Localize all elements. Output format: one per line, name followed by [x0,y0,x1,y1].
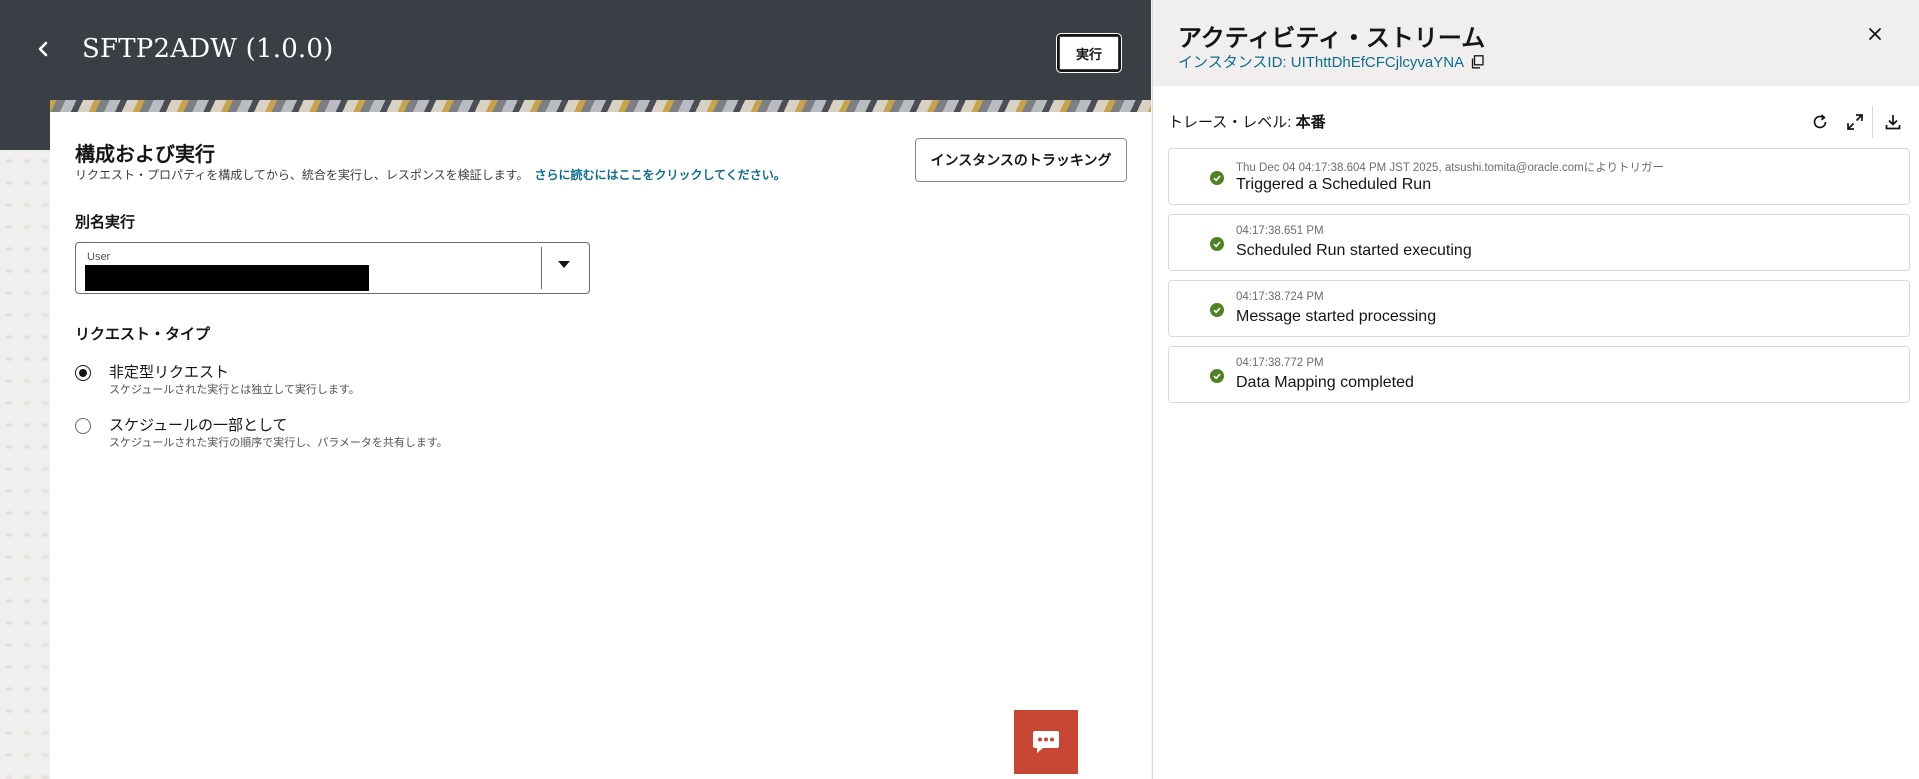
event-message: Scheduled Run started executing [1236,242,1472,259]
activity-event: 04:17:38.772 PM Data Mapping completed [1168,346,1910,403]
event-time: 04:17:38.724 PM [1236,291,1324,303]
activity-event: Thu Dec 04 04:17:38.604 PM JST 2025, ats… [1168,148,1910,205]
user-select[interactable]: User [75,242,590,294]
run-button[interactable]: 実行 [1056,33,1122,73]
close-button[interactable] [1863,22,1887,46]
refresh-button[interactable] [1808,110,1832,134]
check-circle-icon [1210,171,1224,185]
trace-level: トレース・レベル: 本番 [1168,111,1326,132]
chevron-down-icon[interactable] [558,261,570,268]
track-instance-button[interactable]: インスタンスのトラッキング [915,138,1127,182]
configure-run-card: 構成および実行 リクエスト・プロパティを構成してから、統合を実行し、レスポンスを… [50,112,1151,779]
radio-button[interactable] [75,418,91,434]
radio-button-checked[interactable] [75,365,91,381]
activity-event: 04:17:38.724 PM Message started processi… [1168,280,1910,337]
chevron-left-icon [38,41,48,57]
chat-button[interactable] [1014,710,1078,774]
chat-icon [1033,731,1059,753]
integration-run-page: SFTP2ADW (1.0.0) 実行 構成および実行 リクエスト・プロパティを… [0,0,1151,779]
expand-icon [1847,114,1863,130]
instance-id: インスタンスID: UIThttDhEfCFCjlcyvaYNA [1178,51,1484,72]
run-as-label: 別名実行 [75,214,136,231]
description-text: リクエスト・プロパティを構成してから、統合を実行し、レスポンスを検証します。 [75,168,529,182]
panel-header: アクティビティ・ストリーム インスタンスID: UIThttDhEfCFCjlc… [1153,0,1919,86]
trace-level-label: トレース・レベル: [1168,114,1292,131]
check-circle-icon [1210,303,1224,317]
event-message: Message started processing [1236,308,1437,325]
radio-subtitle: スケジュールされた実行の順序で実行し、パラメータを共有します。 [109,437,448,449]
expand-button[interactable] [1843,110,1867,134]
panel-title: アクティビティ・ストリーム [1178,25,1486,52]
download-icon [1885,115,1901,130]
event-message: Triggered a Scheduled Run [1236,176,1432,193]
redacted-user-value [85,265,369,291]
user-field-label: User [87,251,111,263]
toolbar-divider [1872,106,1873,138]
event-time: 04:17:38.772 PM [1236,357,1324,369]
radio-title: 非定型リクエスト [109,364,230,381]
section-heading: 構成および実行 [75,144,215,166]
event-time: Thu Dec 04 04:17:38.604 PM JST 2025, ats… [1236,162,1664,174]
request-type-label: リクエスト・タイプ [75,326,211,343]
radio-subtitle: スケジュールされた実行とは独立して実行します。 [109,384,360,396]
copy-icon[interactable] [1470,55,1484,69]
close-icon [1869,28,1881,40]
select-divider [541,247,542,289]
trace-level-value: 本番 [1295,114,1326,131]
back-button[interactable] [36,38,56,62]
check-circle-icon [1210,237,1224,251]
refresh-icon [1813,114,1827,129]
check-circle-icon [1210,369,1224,383]
download-button[interactable] [1881,110,1905,134]
read-more-link[interactable]: さらに読むにはここをクリックしてください。 [534,168,785,182]
event-time: 04:17:38.651 PM [1236,225,1324,237]
activity-stream-panel: アクティビティ・ストリーム インスタンスID: UIThttDhEfCFCjlc… [1152,0,1919,779]
activity-event: 04:17:38.651 PM Scheduled Run started ex… [1168,214,1910,271]
radio-title: スケジュールの一部として [109,417,288,434]
event-message: Data Mapping completed [1236,374,1414,391]
section-description: リクエスト・プロパティを構成してから、統合を実行し、レスポンスを検証します。 さら… [75,166,786,183]
page-title: SFTP2ADW (1.0.0) [82,34,334,64]
instance-id-link[interactable]: インスタンスID: UIThttDhEfCFCjlcyvaYNA [1178,54,1464,71]
decorative-banner [50,100,1151,112]
